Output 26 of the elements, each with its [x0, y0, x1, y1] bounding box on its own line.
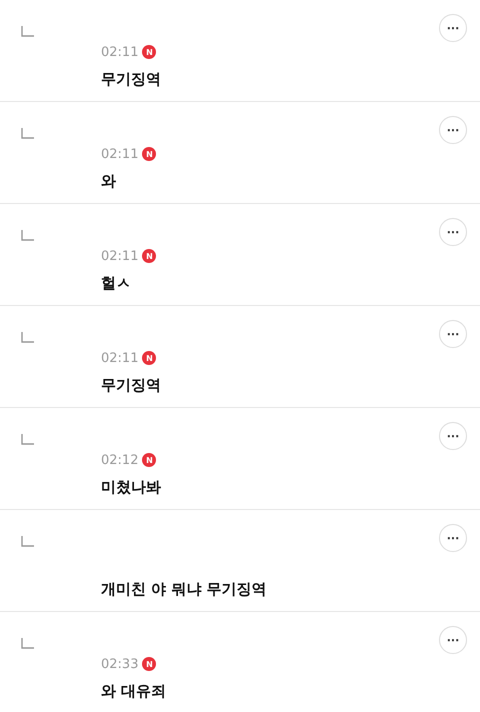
more-button[interactable]: ···: [439, 116, 467, 144]
more-button[interactable]: ···: [439, 422, 467, 450]
new-badge: N: [142, 147, 156, 161]
comment-time: 02:12: [101, 452, 138, 468]
new-badge: N: [142, 249, 156, 263]
comment-text: 개미친 야 뭐냐 무기징역: [101, 580, 268, 599]
comment-time: 02:11: [101, 350, 138, 366]
new-badge: N: [142, 453, 156, 467]
comment-text: 미쳤나봐: [101, 478, 162, 497]
comment-text: 와 대유죄: [101, 682, 168, 701]
more-button[interactable]: ···: [439, 626, 467, 654]
comment-time: 02:33: [101, 656, 138, 672]
more-button[interactable]: ···: [439, 14, 467, 42]
more-button[interactable]: ···: [439, 218, 467, 246]
more-button[interactable]: ···: [439, 320, 467, 348]
comment-text: 무기징역: [101, 70, 162, 89]
new-badge: N: [142, 657, 156, 671]
comment-time: 02:11: [101, 146, 138, 162]
new-badge: N: [142, 351, 156, 365]
comment-text: 와: [101, 172, 117, 191]
comment-time: 02:11: [101, 44, 138, 60]
comment-time: 02:11: [101, 248, 138, 264]
comment-text: 무기징역: [101, 376, 162, 395]
new-badge: N: [142, 45, 156, 59]
more-button[interactable]: ···: [439, 524, 467, 552]
comment-text: 헐ㅅ: [101, 274, 132, 293]
